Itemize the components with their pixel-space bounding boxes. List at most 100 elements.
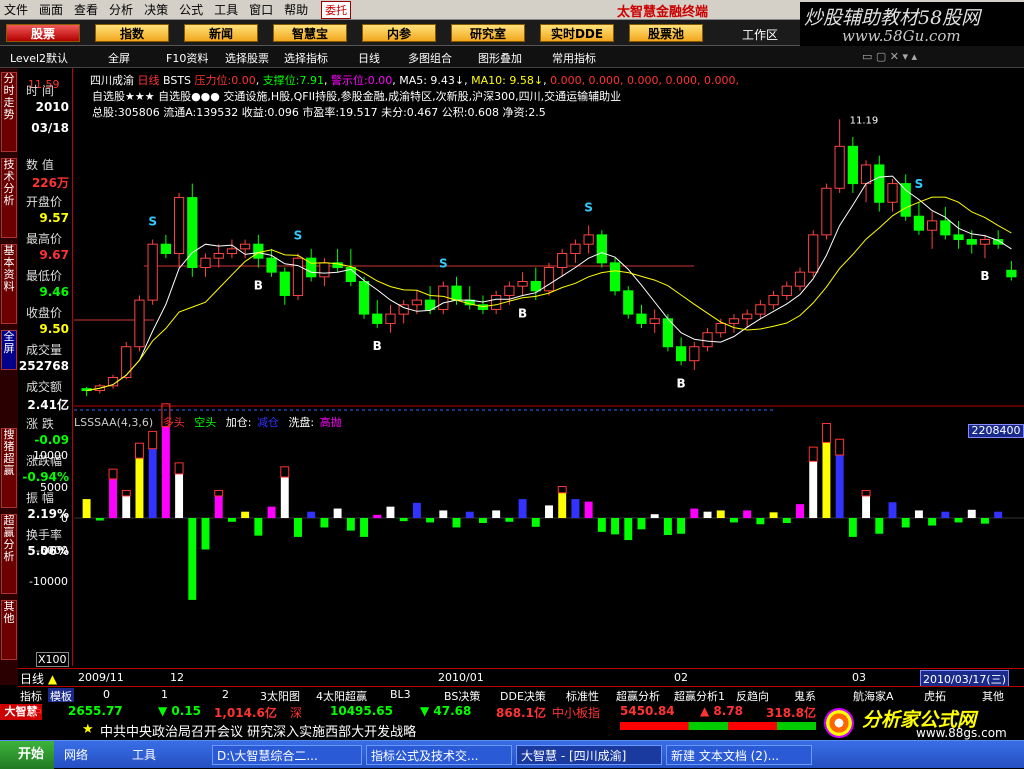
lp-label: 开盘价: [26, 195, 63, 209]
tab-soupig[interactable]: 搜猪超赢: [1, 428, 17, 508]
workarea-label[interactable]: 工作区: [742, 26, 778, 43]
lp-value: 226万: [31, 176, 69, 190]
lp-value: 9.57: [39, 211, 69, 225]
volume-cap: [214, 489, 224, 497]
task-forum[interactable]: 指标公式及技术交...: [366, 745, 512, 765]
task-tools[interactable]: 工具: [128, 745, 208, 765]
menu-analysis[interactable]: 分析: [109, 1, 133, 18]
tab-other[interactable]: 其他: [1, 600, 17, 660]
indicator-tab[interactable]: 2: [222, 688, 229, 701]
menu-help[interactable]: 帮助: [284, 1, 308, 18]
menu-formula[interactable]: 公式: [179, 1, 203, 18]
menu-look[interactable]: 查看: [74, 1, 98, 18]
menu-file[interactable]: 文件: [4, 1, 28, 18]
task-folder[interactable]: D:\大智慧综合二...: [212, 745, 362, 765]
indicator-tab[interactable]: 1: [161, 688, 168, 701]
period-selector[interactable]: 日线 ▲: [20, 670, 57, 687]
breadth-bar: [620, 722, 816, 730]
x-axis-bar: 日线 ▲ 2009/11 12 2010/01 02 03 2010/03/17…: [18, 668, 1024, 688]
lp-label: 成交量: [26, 343, 63, 357]
candle-body: [662, 318, 674, 348]
select-indicator-button[interactable]: 选择指标: [284, 50, 328, 66]
menu-decision[interactable]: 决策: [144, 1, 168, 18]
volume-bar: [478, 518, 487, 524]
buy-signal: B: [518, 306, 527, 320]
realtime-dde-button[interactable]: 实时DDE: [540, 24, 614, 42]
brand-title: 太智慧金融终端: [617, 5, 709, 20]
news-button[interactable]: 新闻: [184, 24, 258, 42]
weituo-button[interactable]: 委托: [321, 0, 352, 19]
candle-body: [596, 234, 607, 264]
zoom-label[interactable]: X100: [36, 652, 69, 667]
pressure-label: 压力位:: [194, 74, 232, 87]
candle-body: [411, 299, 423, 306]
fullscreen-button[interactable]: 全屏: [108, 50, 130, 66]
tab-super-analysis[interactable]: 超赢分析: [1, 514, 17, 594]
stock-button[interactable]: 股票: [6, 24, 80, 42]
subchart-value-badge: 2208400: [968, 424, 1024, 438]
menu-window[interactable]: 窗口: [249, 1, 273, 18]
level2-default[interactable]: Level2默认: [10, 50, 68, 66]
f10-button[interactable]: F10资料: [166, 50, 208, 66]
tab-fundamental[interactable]: 基本资料: [1, 244, 17, 324]
research-button[interactable]: 研究室: [451, 24, 525, 42]
volume-cap: [108, 468, 118, 480]
candle-body: [385, 313, 396, 324]
common-indicator-button[interactable]: 常用指标: [552, 50, 596, 66]
candle-body: [517, 280, 528, 287]
menu-view[interactable]: 画面: [39, 1, 63, 18]
candle-body: [689, 346, 700, 362]
sme-change: ▲ 8.78: [700, 704, 744, 718]
task-network[interactable]: 网络: [60, 745, 124, 765]
news-ticker[interactable]: 中共中央政治局召开会议 研究深入实施西部大开发战略: [100, 721, 416, 740]
task-dzh[interactable]: 大智慧 - [四川成渝]: [516, 745, 662, 765]
candle-body: [979, 239, 991, 245]
indicator-tab[interactable]: BL3: [390, 688, 411, 701]
candle-body: [927, 220, 938, 231]
sz-label: 深: [290, 706, 303, 720]
daily-button[interactable]: 日线: [358, 50, 380, 66]
sub-y-tick: -10000: [29, 575, 68, 588]
stock-pool-button[interactable]: 股票池: [629, 24, 703, 42]
window-controls-icon[interactable]: ▭ ▢ ✕ ▾ ▴: [862, 50, 917, 63]
taskbar: 开始 网络 工具 D:\大智慧综合二... 指标公式及技术交... 大智慧 - …: [0, 740, 1024, 769]
task-notepad[interactable]: 新建 文本文档 (2)...: [666, 745, 812, 765]
volume-bar: [769, 512, 778, 518]
sell-signal: S: [584, 201, 593, 215]
indicator-tab[interactable]: 0: [103, 688, 110, 701]
volume-bar: [333, 508, 342, 518]
volume-bar: [848, 518, 857, 537]
volume-bar: [227, 518, 236, 522]
menu-tools[interactable]: 工具: [214, 1, 238, 18]
volume-bar: [254, 518, 263, 536]
start-button[interactable]: 开始: [0, 741, 54, 769]
volume-bar: [729, 518, 738, 523]
volume-bar: [743, 510, 752, 518]
sh-label: 沪: [30, 706, 43, 720]
volume-bar: [95, 518, 104, 521]
select-stock-button[interactable]: 选择股票: [225, 50, 269, 66]
tab-fullscreen[interactable]: 全屏: [1, 330, 17, 370]
neican-button[interactable]: 内参: [362, 24, 436, 42]
lp-label: 收盘价: [26, 306, 63, 320]
volume-bar: [241, 511, 250, 518]
buy-signal: B: [254, 278, 263, 292]
kline-chart[interactable]: S S S S S B B B B B 11.19: [74, 68, 1024, 666]
candle-body: [557, 253, 568, 268]
sell-signal: S: [439, 256, 448, 270]
sh-index: 2655.77: [68, 704, 123, 718]
left-data-panel: 11.59 时 间 2010 03/18 数 值 226万 开盘价 9.57 最高价 9.67 最低…: [18, 68, 73, 666]
overlay-button[interactable]: 图形叠加: [478, 50, 522, 66]
xaxis-label-2009-11: 2009/11: [78, 671, 124, 684]
volume-bar: [677, 518, 686, 534]
multichart-button[interactable]: 多图组合: [408, 50, 452, 66]
volume-bar: [122, 495, 131, 518]
candle-body: [755, 304, 766, 315]
sub-toolbar: Level2默认 全屏 F10资料 选择股票 选择指标 日线 多图组合 图形叠加…: [0, 46, 1024, 68]
zhihuibao-button[interactable]: 智慧宝: [273, 24, 347, 42]
tab-intraday[interactable]: 分时走势: [1, 72, 17, 152]
tab-technical[interactable]: 技术分析: [1, 158, 17, 238]
volume-bar: [835, 455, 844, 518]
index-button[interactable]: 指数: [95, 24, 169, 42]
watermark-url: www.58Gu.com: [842, 27, 961, 45]
